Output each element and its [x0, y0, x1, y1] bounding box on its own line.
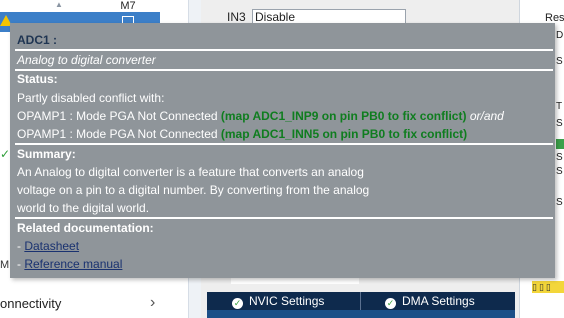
summary-line-1: An Analog to digital converter is a feat… — [17, 165, 364, 179]
status-intro: Partly disabled conflict with: — [17, 91, 165, 105]
conflict-1-suffix: or/and — [469, 109, 504, 123]
status-heading: Status: — [17, 72, 58, 86]
doc-item-reference-manual: - Reference manual — [17, 257, 122, 272]
tab-nvic-settings[interactable]: ✓ NVIC Settings — [232, 292, 324, 310]
column-header-m7: M7 — [120, 0, 136, 12]
divider — [15, 69, 553, 71]
conflict-2-fix: (map ADC1_INN5 on pin PB0 to fix conflic… — [220, 127, 468, 141]
tooltip-title: ADC1 : — [17, 33, 58, 47]
datasheet-link[interactable]: Datasheet — [24, 239, 79, 253]
status-indicator — [556, 139, 564, 149]
divider — [15, 49, 553, 51]
check-circle-icon: ✓ — [232, 298, 243, 309]
conflict-line-1: OPAMP1 : Mode PGA Not Connected (map ADC… — [17, 109, 504, 124]
tab-dma-label: DMA Settings — [402, 294, 475, 308]
right-panel-fragment: T — [556, 101, 563, 112]
doc-bullet: - — [17, 239, 21, 253]
reference-manual-link[interactable]: Reference manual — [24, 257, 122, 271]
in3-label: IN3 — [227, 10, 246, 24]
conflict-1-fix: (map ADC1_INP9 on pin PB0 to fix conflic… — [220, 109, 467, 123]
summary-heading: Summary: — [17, 147, 76, 161]
adc1-tooltip: ADC1 : Analog to digital converter Statu… — [10, 23, 555, 278]
tooltip-subtitle: Analog to digital converter — [17, 53, 156, 67]
tab-dma-settings[interactable]: ✓ DMA Settings — [385, 292, 475, 310]
check-icon: ✓ — [0, 147, 11, 161]
category-connectivity-label: onnectivity — [0, 296, 62, 311]
docs-heading: Related documentation: — [17, 221, 154, 235]
tab-divider — [360, 292, 361, 310]
right-panel-fragment: S — [556, 56, 563, 67]
right-panel-fragment: D — [556, 30, 564, 41]
conflict-1-text: OPAMP1 : Mode PGA Not Connected — [17, 109, 218, 123]
doc-item-datasheet: - Datasheet — [17, 239, 79, 254]
sort-arrow-icon[interactable]: ▲ — [54, 0, 64, 10]
side-label: M — [0, 259, 10, 271]
divider — [15, 143, 553, 145]
summary-line-2: voltage on a pin to a digital number. By… — [17, 183, 370, 197]
second-tab-row — [207, 310, 515, 318]
right-panel-fragment: S — [556, 152, 563, 163]
chevron-right-icon: › — [150, 294, 156, 311]
tab-nvic-label: NVIC Settings — [249, 294, 325, 308]
right-panel-fragment: S — [556, 118, 563, 129]
doc-bullet: - — [17, 257, 21, 271]
right-panel-fragment: S — [556, 197, 563, 208]
conflict-2-text: OPAMP1 : Mode PGA Not Connected — [17, 127, 218, 141]
conflict-line-2: OPAMP1 : Mode PGA Not Connected (map ADC… — [17, 127, 467, 142]
pin-strip: ▯▯▯ — [532, 281, 564, 293]
summary-line-3: world to the digital world. — [17, 201, 150, 215]
check-circle-icon: ✓ — [385, 298, 396, 309]
divider — [15, 217, 553, 219]
right-panel-fragment: S — [556, 166, 563, 177]
category-connectivity[interactable]: onnectivity › — [0, 293, 175, 315]
